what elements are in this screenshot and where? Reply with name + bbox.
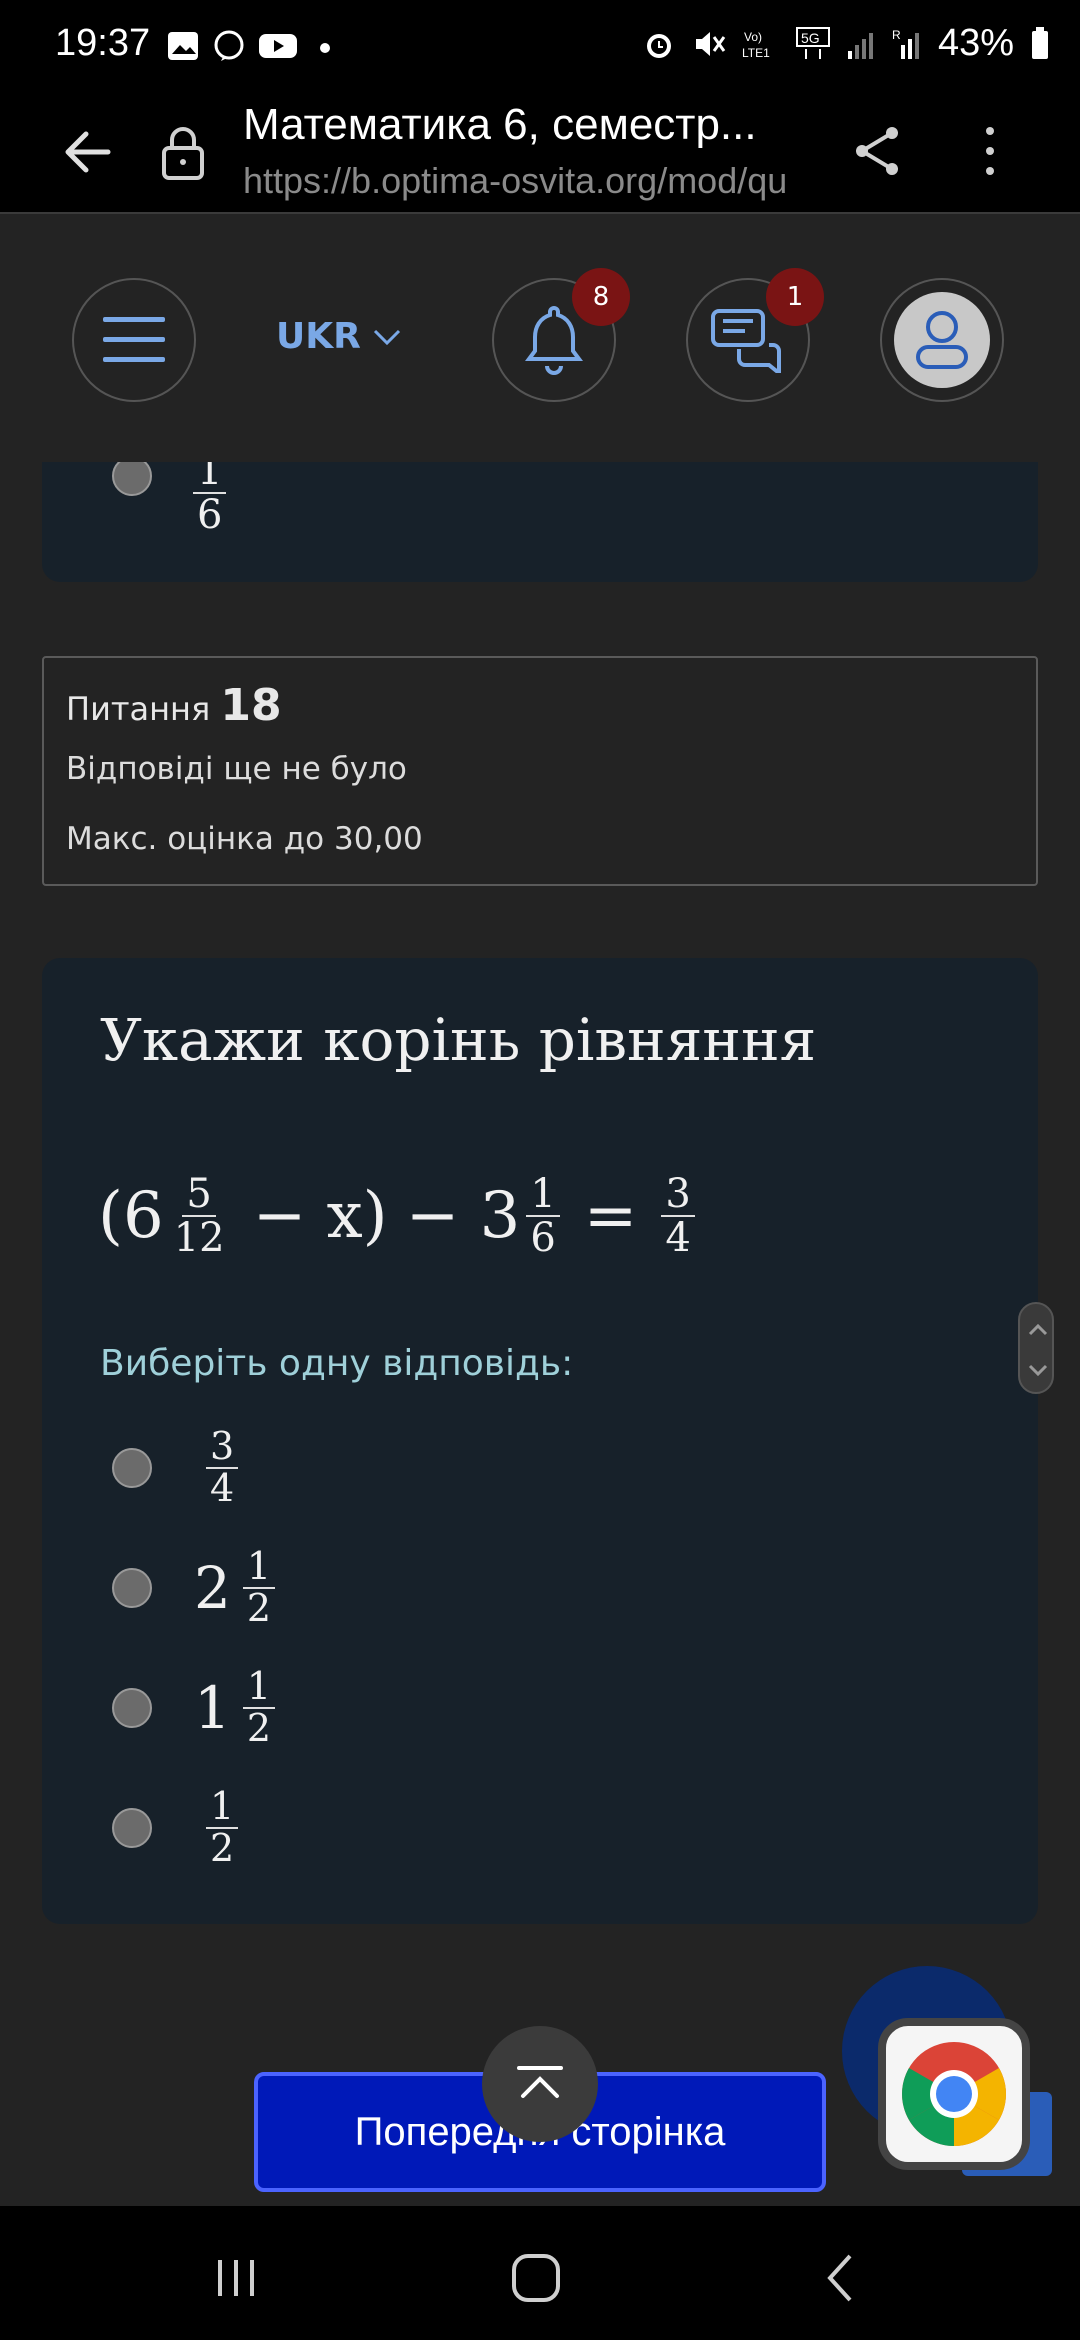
fraction-numerator: 3 (206, 1426, 239, 1469)
share-icon[interactable] (850, 123, 906, 179)
chevron-down-icon (373, 329, 400, 345)
equation-fraction-1: 5 12 (170, 1173, 229, 1259)
chevron-up-icon (517, 2066, 563, 2098)
fraction-denominator: 4 (210, 1466, 235, 1510)
user-menu-button[interactable] (880, 278, 1004, 402)
answer-option[interactable]: 3 4 (112, 1418, 244, 1518)
fraction-denominator: 4 (665, 1215, 691, 1261)
chrome-icon (902, 2042, 1006, 2146)
recent-apps-icon[interactable] (206, 2248, 266, 2308)
site-header: UKR 8 1 (0, 216, 1080, 462)
question-info: Питання 18 Відповіді ще не було Макс. оц… (42, 656, 1038, 886)
svg-text:LTE1: LTE1 (742, 46, 770, 60)
equation-fraction-2: 1 6 (526, 1173, 560, 1261)
scroll-handle[interactable] (1018, 1302, 1054, 1394)
svg-text:Vo): Vo) (744, 30, 762, 44)
answer-option[interactable]: 1 1 2 (112, 1658, 281, 1758)
answer-fraction: 1 2 (242, 1546, 276, 1630)
notifications-badge: 8 (572, 268, 630, 326)
bell-icon (525, 305, 583, 375)
answer-radio[interactable] (112, 456, 152, 496)
equation-fraction-3: 3 4 (661, 1173, 695, 1261)
answer-option[interactable]: 1 2 (112, 1778, 244, 1878)
5g-icon: 5G (795, 26, 830, 59)
fraction-numerator: 3 (661, 1173, 695, 1217)
signal-roaming-icon: R (892, 28, 919, 59)
fraction-numerator: 5 (182, 1173, 216, 1217)
dot-icon (320, 43, 330, 53)
home-icon[interactable] (506, 2248, 566, 2308)
viber-icon (214, 30, 244, 61)
battery-icon (1032, 26, 1048, 59)
user-icon (916, 311, 968, 369)
chrome-bubble[interactable] (878, 2018, 1030, 2170)
more-vert-icon[interactable] (970, 123, 1010, 179)
answer-radio[interactable] (112, 1448, 152, 1488)
hamburger-icon (103, 317, 165, 362)
question-title: Укажи корінь рівняння (100, 1006, 817, 1074)
equation-minus-x: − x) (252, 1179, 388, 1253)
scroll-to-top-button[interactable] (482, 2026, 598, 2142)
fraction-denominator: 6 (530, 1215, 556, 1261)
answer-whole: 2 (194, 1554, 231, 1622)
mute-icon (695, 31, 726, 56)
lock-icon[interactable] (160, 124, 206, 180)
answer-radio[interactable] (112, 1808, 152, 1848)
fraction-denominator: 12 (173, 1215, 225, 1261)
question-label: Питання (66, 690, 211, 728)
answer-fraction: 3 4 (206, 1426, 239, 1510)
status-bar: 19:37 Vo) LTE1 5G R 43% (0, 0, 1080, 88)
messages-badge: 1 (766, 268, 824, 326)
fraction-denominator: 6 (197, 492, 223, 538)
system-nav-bar (0, 2206, 1080, 2340)
question-state: Відповіді ще не було (66, 751, 407, 787)
equation-minus-three: − 3 (405, 1179, 521, 1253)
equation-equals: = (583, 1179, 638, 1253)
answer-fraction: 1 2 (206, 1786, 239, 1870)
answer-fraction: 1 2 (242, 1666, 276, 1750)
answer-radio[interactable] (112, 1688, 152, 1728)
image-icon (168, 32, 198, 60)
fraction-denominator: 2 (210, 1826, 235, 1870)
browser-toolbar: Математика 6, семестр... https://b.optim… (0, 88, 1080, 214)
svg-text:R: R (892, 28, 901, 42)
avatar (894, 292, 990, 388)
answer-whole: 1 (194, 1674, 231, 1742)
signal-icon (847, 32, 873, 59)
volte-icon: Vo) LTE1 (742, 30, 770, 60)
fraction-numerator: 1 (242, 1666, 276, 1709)
equation: (6 5 12 − x) − 3 1 6 = 3 4 (98, 1173, 701, 1259)
answer-prompt: Виберіть одну відповідь: (100, 1343, 574, 1384)
youtube-icon (259, 34, 297, 58)
question-grade: Макс. оцінка до 30,00 (66, 821, 423, 857)
battery-percent: 43% (937, 22, 1014, 64)
fraction-numerator: 1 (206, 1786, 239, 1829)
status-time: 19:37 (55, 22, 151, 64)
fraction-denominator: 2 (246, 1706, 272, 1750)
fraction-numerator: 1 (242, 1546, 276, 1589)
svg-text:5G: 5G (801, 30, 820, 46)
language-label: UKR (276, 316, 361, 357)
question-number: Питання 18 (66, 680, 1014, 731)
question-card: Укажи корінь рівняння (6 5 12 − x) − 3 1… (42, 958, 1038, 1924)
answer-radio[interactable] (112, 1568, 152, 1608)
menu-button[interactable] (72, 278, 196, 402)
fraction-numerator: 1 (526, 1173, 560, 1217)
url-text[interactable]: https://b.optima-osvita.org/mod/qu (243, 160, 813, 202)
equation-open: (6 (98, 1179, 164, 1253)
page-title[interactable]: Математика 6, семестр... (243, 100, 813, 150)
messages-button[interactable]: 1 (686, 268, 824, 402)
language-selector[interactable]: UKR (276, 316, 401, 357)
back-arrow-icon[interactable] (60, 124, 116, 180)
fraction-denominator: 2 (246, 1586, 272, 1630)
answer-option[interactable]: 2 1 2 (112, 1538, 281, 1638)
scroll-arrows-icon (1028, 1323, 1048, 1377)
notifications-button[interactable]: 8 (492, 268, 630, 402)
back-icon[interactable] (812, 2248, 872, 2308)
alarm-icon (646, 33, 671, 58)
answer-fraction: 1 6 (193, 450, 227, 538)
question-number-value: 18 (220, 680, 282, 731)
